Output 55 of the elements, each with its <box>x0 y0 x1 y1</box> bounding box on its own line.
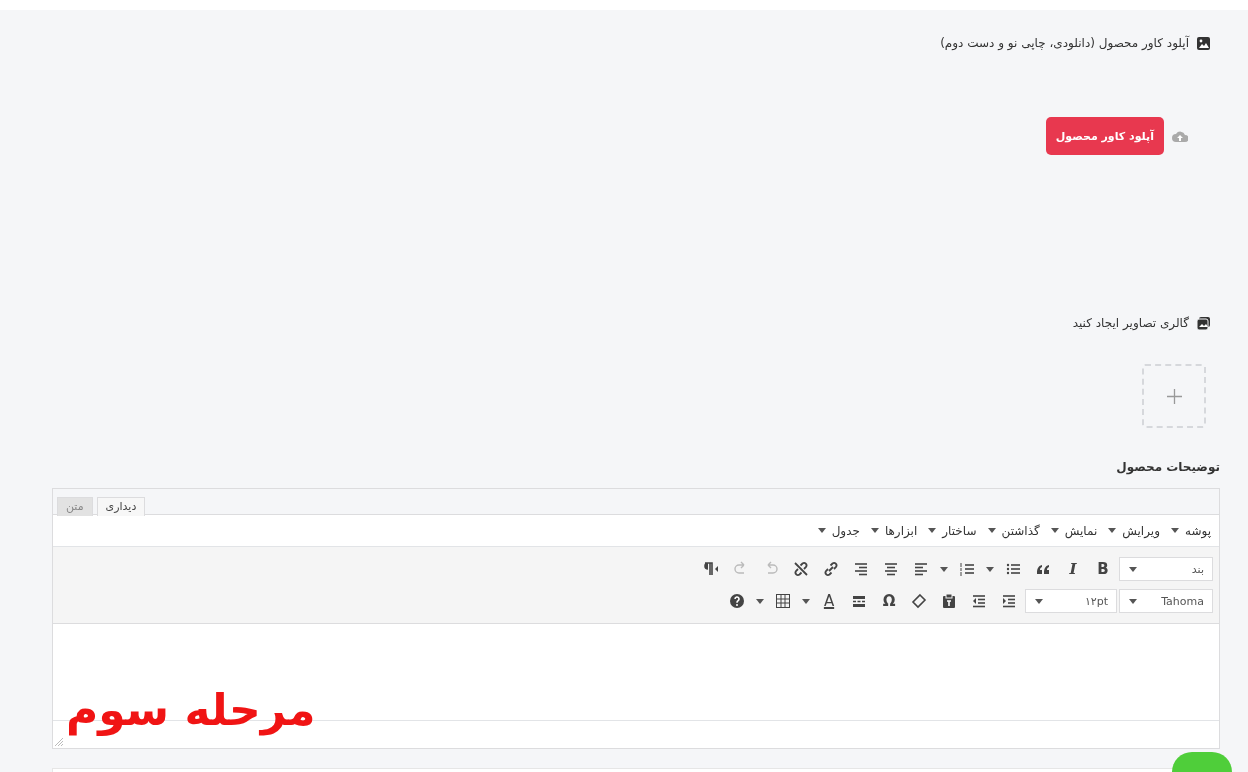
section-title: توضیحات محصول <box>1116 460 1220 474</box>
dropdown[interactable]: بند <box>1119 557 1213 581</box>
caret-icon <box>986 526 997 535</box>
menu-item[interactable]: ویرایش <box>1107 523 1160 538</box>
paragraph-direction-icon <box>703 561 719 577</box>
align-right-icon <box>853 561 869 577</box>
upload-button[interactable]: آپلود کاور محصول <box>1045 117 1164 155</box>
link-icon <box>823 561 839 577</box>
caret-icon <box>755 596 765 606</box>
align-center-icon <box>883 561 899 577</box>
menu-item[interactable]: ساختار <box>927 523 977 538</box>
cloud-upload-icon <box>1172 130 1188 142</box>
caret-icon <box>985 564 995 574</box>
caret-icon <box>1169 526 1180 535</box>
table-icon <box>775 593 791 609</box>
caret-icon <box>1128 564 1138 574</box>
editor-tab[interactable]: دیداری <box>96 497 146 516</box>
caret-icon <box>816 526 827 535</box>
caret-icon <box>801 596 811 606</box>
align-left-icon <box>913 561 929 577</box>
section-title: گالری تصاویر ایجاد کنید <box>1072 316 1189 330</box>
menu-item[interactable]: جدول <box>816 523 860 538</box>
indent-icon <box>1001 593 1017 609</box>
plus-icon <box>1166 388 1182 404</box>
outdent-icon <box>971 593 987 609</box>
menu-item[interactable]: نمایش <box>1049 523 1098 538</box>
caret-icon <box>1049 526 1060 535</box>
dropdown[interactable]: Tahoma <box>1119 589 1213 613</box>
horizontal-line-icon <box>851 593 867 609</box>
italic-button[interactable]: I <box>1059 556 1087 582</box>
caret-icon <box>1107 526 1118 535</box>
clipboard-icon <box>941 593 957 609</box>
special-character-button[interactable]: Ω <box>875 588 903 614</box>
image-icon <box>1197 36 1210 50</box>
caret-icon <box>869 526 880 535</box>
numbered-list-icon <box>959 561 975 577</box>
bold-button[interactable]: B <box>1089 556 1117 582</box>
gallery-icon <box>1197 316 1210 330</box>
add-image-tile[interactable] <box>1142 364 1206 428</box>
caret-icon <box>1128 596 1138 606</box>
dropdown[interactable]: ۱۲pt <box>1025 589 1117 613</box>
eraser-icon <box>911 593 927 609</box>
caret-icon <box>1034 596 1044 606</box>
menu-item[interactable]: پوشه <box>1169 523 1211 538</box>
bullet-list-icon <box>1005 561 1021 577</box>
annotation-text: مرحله سوم <box>66 684 316 735</box>
help-icon <box>729 593 745 609</box>
resize-grip-icon[interactable] <box>55 738 63 746</box>
section-title: آپلود کاور محصول (دانلودی، چاپی نو و دست دوم) <box>940 36 1189 50</box>
menu-item[interactable]: گذاشتن <box>986 523 1040 538</box>
text-color-button[interactable]: A <box>815 588 843 614</box>
caret-icon <box>939 564 949 574</box>
menu-item[interactable]: ابزارها <box>869 523 918 538</box>
unlink-icon <box>793 561 809 577</box>
caret-icon <box>927 526 938 535</box>
